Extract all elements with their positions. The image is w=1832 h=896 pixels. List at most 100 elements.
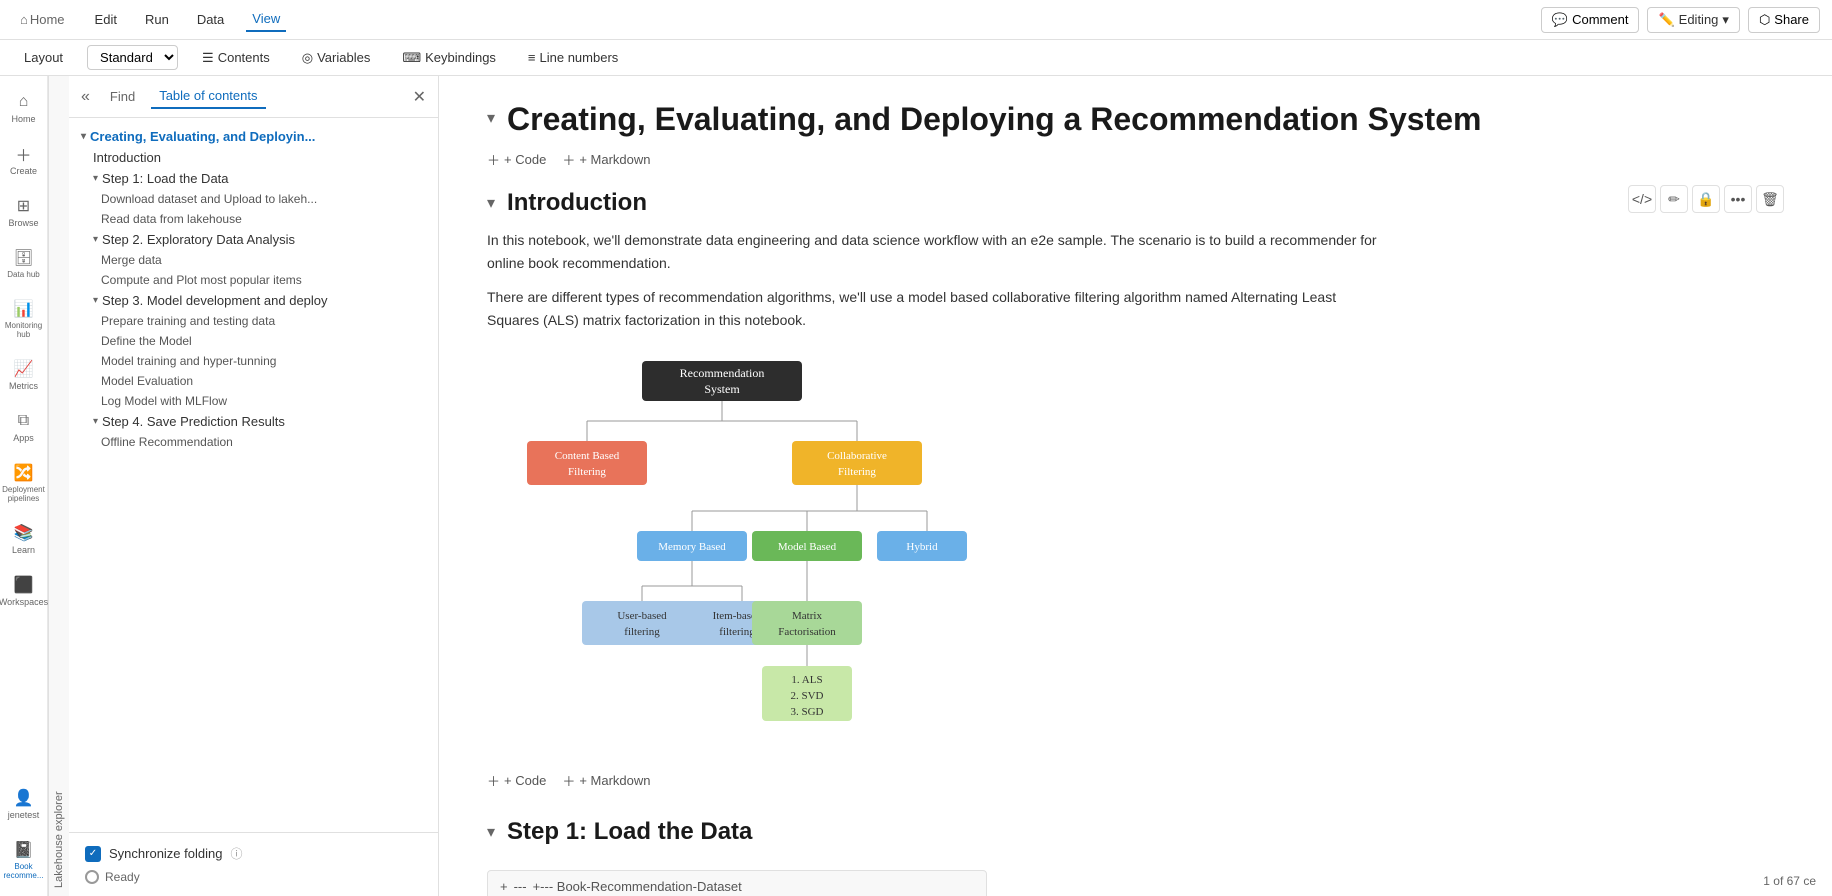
nav-run[interactable]: Run: [139, 8, 175, 31]
edit-icon: ✏️: [1658, 12, 1674, 28]
toc-header: « Find Table of contents ✕: [69, 76, 438, 118]
add-markdown-button[interactable]: ＋ + Markdown: [562, 150, 650, 169]
comment-button[interactable]: 💬 Comment: [1541, 7, 1640, 33]
lock-button[interactable]: 🔒: [1692, 185, 1720, 213]
deployment-icon: 🔀: [14, 463, 34, 483]
svg-text:Recommendation: Recommendation: [680, 366, 765, 380]
toc-item-step3[interactable]: ▾ Step 3. Model development and deploy: [69, 290, 438, 311]
learn-icon: 📚: [14, 523, 34, 543]
tab-find[interactable]: Find: [102, 85, 143, 108]
toc-item-merge[interactable]: Merge data: [69, 250, 438, 270]
svg-text:filtering: filtering: [719, 626, 755, 638]
plus-icon: ＋: [487, 771, 500, 790]
nav-view[interactable]: View: [246, 7, 286, 32]
toc-item-training[interactable]: Model training and hyper-tunning: [69, 351, 438, 371]
plus-icon: ＋: [562, 150, 575, 169]
toc-item-prepare[interactable]: Prepare training and testing data: [69, 311, 438, 331]
toolbar: Layout Standard ☰ Contents ◎ Variables ⌨…: [0, 40, 1832, 76]
info-icon: ⓘ: [230, 845, 242, 862]
toc-item-define[interactable]: Define the Model: [69, 331, 438, 351]
line-numbers-button[interactable]: ≡ Line numbers: [520, 46, 626, 69]
svg-text:System: System: [704, 382, 740, 396]
add-buttons-mid: ＋ + Code ＋ + Markdown: [487, 771, 1784, 790]
toc-item-intro[interactable]: Introduction: [69, 147, 438, 168]
sidebar-item-learn[interactable]: 📚 Learn: [2, 515, 46, 563]
add-markdown-button-2[interactable]: ＋ + Markdown: [562, 771, 650, 790]
toc-item-step4[interactable]: ▾ Step 4. Save Prediction Results: [69, 411, 438, 432]
sidebar-item-monitoring[interactable]: 📊 Monitoring hub: [2, 291, 46, 347]
toc-panel: « Find Table of contents ✕ ▾ Creating, E…: [69, 76, 439, 896]
sync-checkbox[interactable]: ✓: [85, 846, 101, 862]
sidebar-item-book[interactable]: 📓 Book recomme...: [2, 832, 46, 888]
sidebar-item-apps[interactable]: ⧉ Apps: [2, 403, 46, 451]
sidebar-item-metrics[interactable]: 📈 Metrics: [2, 351, 46, 399]
notebook-title: Creating, Evaluating, and Deploying a Re…: [507, 100, 1481, 138]
edit-button[interactable]: ✏: [1660, 185, 1688, 213]
svg-text:1. ALS: 1. ALS: [791, 674, 822, 686]
sidebar-item-datahub[interactable]: 🗄 Data hub: [2, 240, 46, 287]
tab-toc[interactable]: Table of contents: [151, 84, 265, 109]
close-icon[interactable]: ✕: [413, 87, 426, 107]
nav-data[interactable]: Data: [191, 8, 230, 31]
toc-item-compute[interactable]: Compute and Plot most popular items: [69, 270, 438, 290]
desc-paragraph-2: There are different types of recommendat…: [487, 286, 1387, 331]
toc-item-offline[interactable]: Offline Recommendation: [69, 432, 438, 452]
sidebar-item-home[interactable]: ⌂ Home: [2, 84, 46, 132]
collaborative-node: [792, 441, 922, 485]
plus-icon: ＋: [562, 771, 575, 790]
svg-text:Factorisation: Factorisation: [778, 626, 836, 638]
dataset-icon: +: [500, 879, 508, 894]
ready-row: Ready: [85, 870, 422, 884]
keybindings-button[interactable]: ⌨ Keybindings: [394, 46, 504, 70]
sidebar-icons: ⌂ Home ＋ Create ⊞ Browse 🗄 Data hub 📊 Mo…: [0, 76, 48, 896]
chevron-down-icon: ▾: [81, 131, 86, 142]
user-icon: 👤: [14, 788, 34, 808]
toc-item-evaluation[interactable]: Model Evaluation: [69, 371, 438, 391]
sidebar-item-browse[interactable]: ⊞ Browse: [2, 188, 46, 236]
nav-home[interactable]: ⌂ Home: [12, 8, 73, 31]
sidebar-item-workspaces[interactable]: ⬛ Workspaces: [2, 567, 46, 615]
toc-item-mlflow[interactable]: Log Model with MLFlow: [69, 391, 438, 411]
monitoring-icon: 📊: [14, 299, 34, 319]
content-based-node: [527, 441, 647, 485]
sidebar-item-deployment[interactable]: 🔀 Deployment pipelines: [2, 455, 46, 511]
workspaces-icon: ⬛: [14, 575, 34, 595]
intro-section-header: ▾ Introduction: [487, 189, 1784, 217]
toc-item-step1[interactable]: ▾ Step 1: Load the Data: [69, 168, 438, 189]
home-icon: ⌂: [20, 12, 28, 27]
recommendation-diagram: Recommendation System Content Based Filt…: [487, 351, 967, 751]
content-area: ▾ Creating, Evaluating, and Deploying a …: [439, 76, 1832, 896]
add-code-button-2[interactable]: ＋ + Code: [487, 771, 546, 790]
editing-button[interactable]: ✏️ Editing ▾: [1647, 7, 1739, 33]
status-icon: [85, 870, 99, 884]
add-code-button[interactable]: ＋ + Code: [487, 150, 546, 169]
svg-text:User-based: User-based: [617, 610, 667, 622]
step1-collapse-button[interactable]: ▾: [487, 822, 495, 842]
section-collapse-button[interactable]: ▾: [487, 108, 495, 128]
main-layout: ⌂ Home ＋ Create ⊞ Browse 🗄 Data hub 📊 Mo…: [0, 76, 1832, 896]
share-icon: ⬡: [1759, 12, 1770, 28]
delete-button[interactable]: 🗑: [1756, 185, 1784, 213]
contents-button[interactable]: ☰ Contents: [194, 46, 278, 70]
svg-text:Memory Based: Memory Based: [658, 541, 726, 553]
variables-icon: ◎: [302, 50, 313, 66]
layout-select[interactable]: Standard: [87, 45, 178, 70]
sidebar-item-jenetest[interactable]: 👤 jenetest: [2, 780, 46, 828]
svg-text:Model Based: Model Based: [778, 541, 837, 553]
toc-item-download[interactable]: Download dataset and Upload to lakeh...: [69, 189, 438, 209]
svg-text:filtering: filtering: [624, 626, 660, 638]
toc-item-read-data[interactable]: Read data from lakehouse: [69, 209, 438, 229]
sidebar-item-create[interactable]: ＋ Create: [2, 136, 46, 184]
toc-item-main[interactable]: ▾ Creating, Evaluating, and Deployin...: [69, 126, 438, 147]
panel-collapse-button[interactable]: «: [81, 88, 90, 106]
layout-label: Layout: [16, 46, 71, 69]
share-button[interactable]: ⬡ Share: [1748, 7, 1820, 33]
nav-edit[interactable]: Edit: [89, 8, 123, 31]
toc-item-step2[interactable]: ▾ Step 2. Exploratory Data Analysis: [69, 229, 438, 250]
variables-button[interactable]: ◎ Variables: [294, 46, 379, 70]
code-view-button[interactable]: </>: [1628, 185, 1656, 213]
more-options-button[interactable]: •••: [1724, 185, 1752, 213]
intro-collapse-button[interactable]: ▾: [487, 193, 495, 213]
add-buttons-top: ＋ + Code ＋ + Markdown: [487, 150, 1784, 169]
lakehouse-explorer-label[interactable]: Lakehouse explorer: [48, 76, 69, 896]
